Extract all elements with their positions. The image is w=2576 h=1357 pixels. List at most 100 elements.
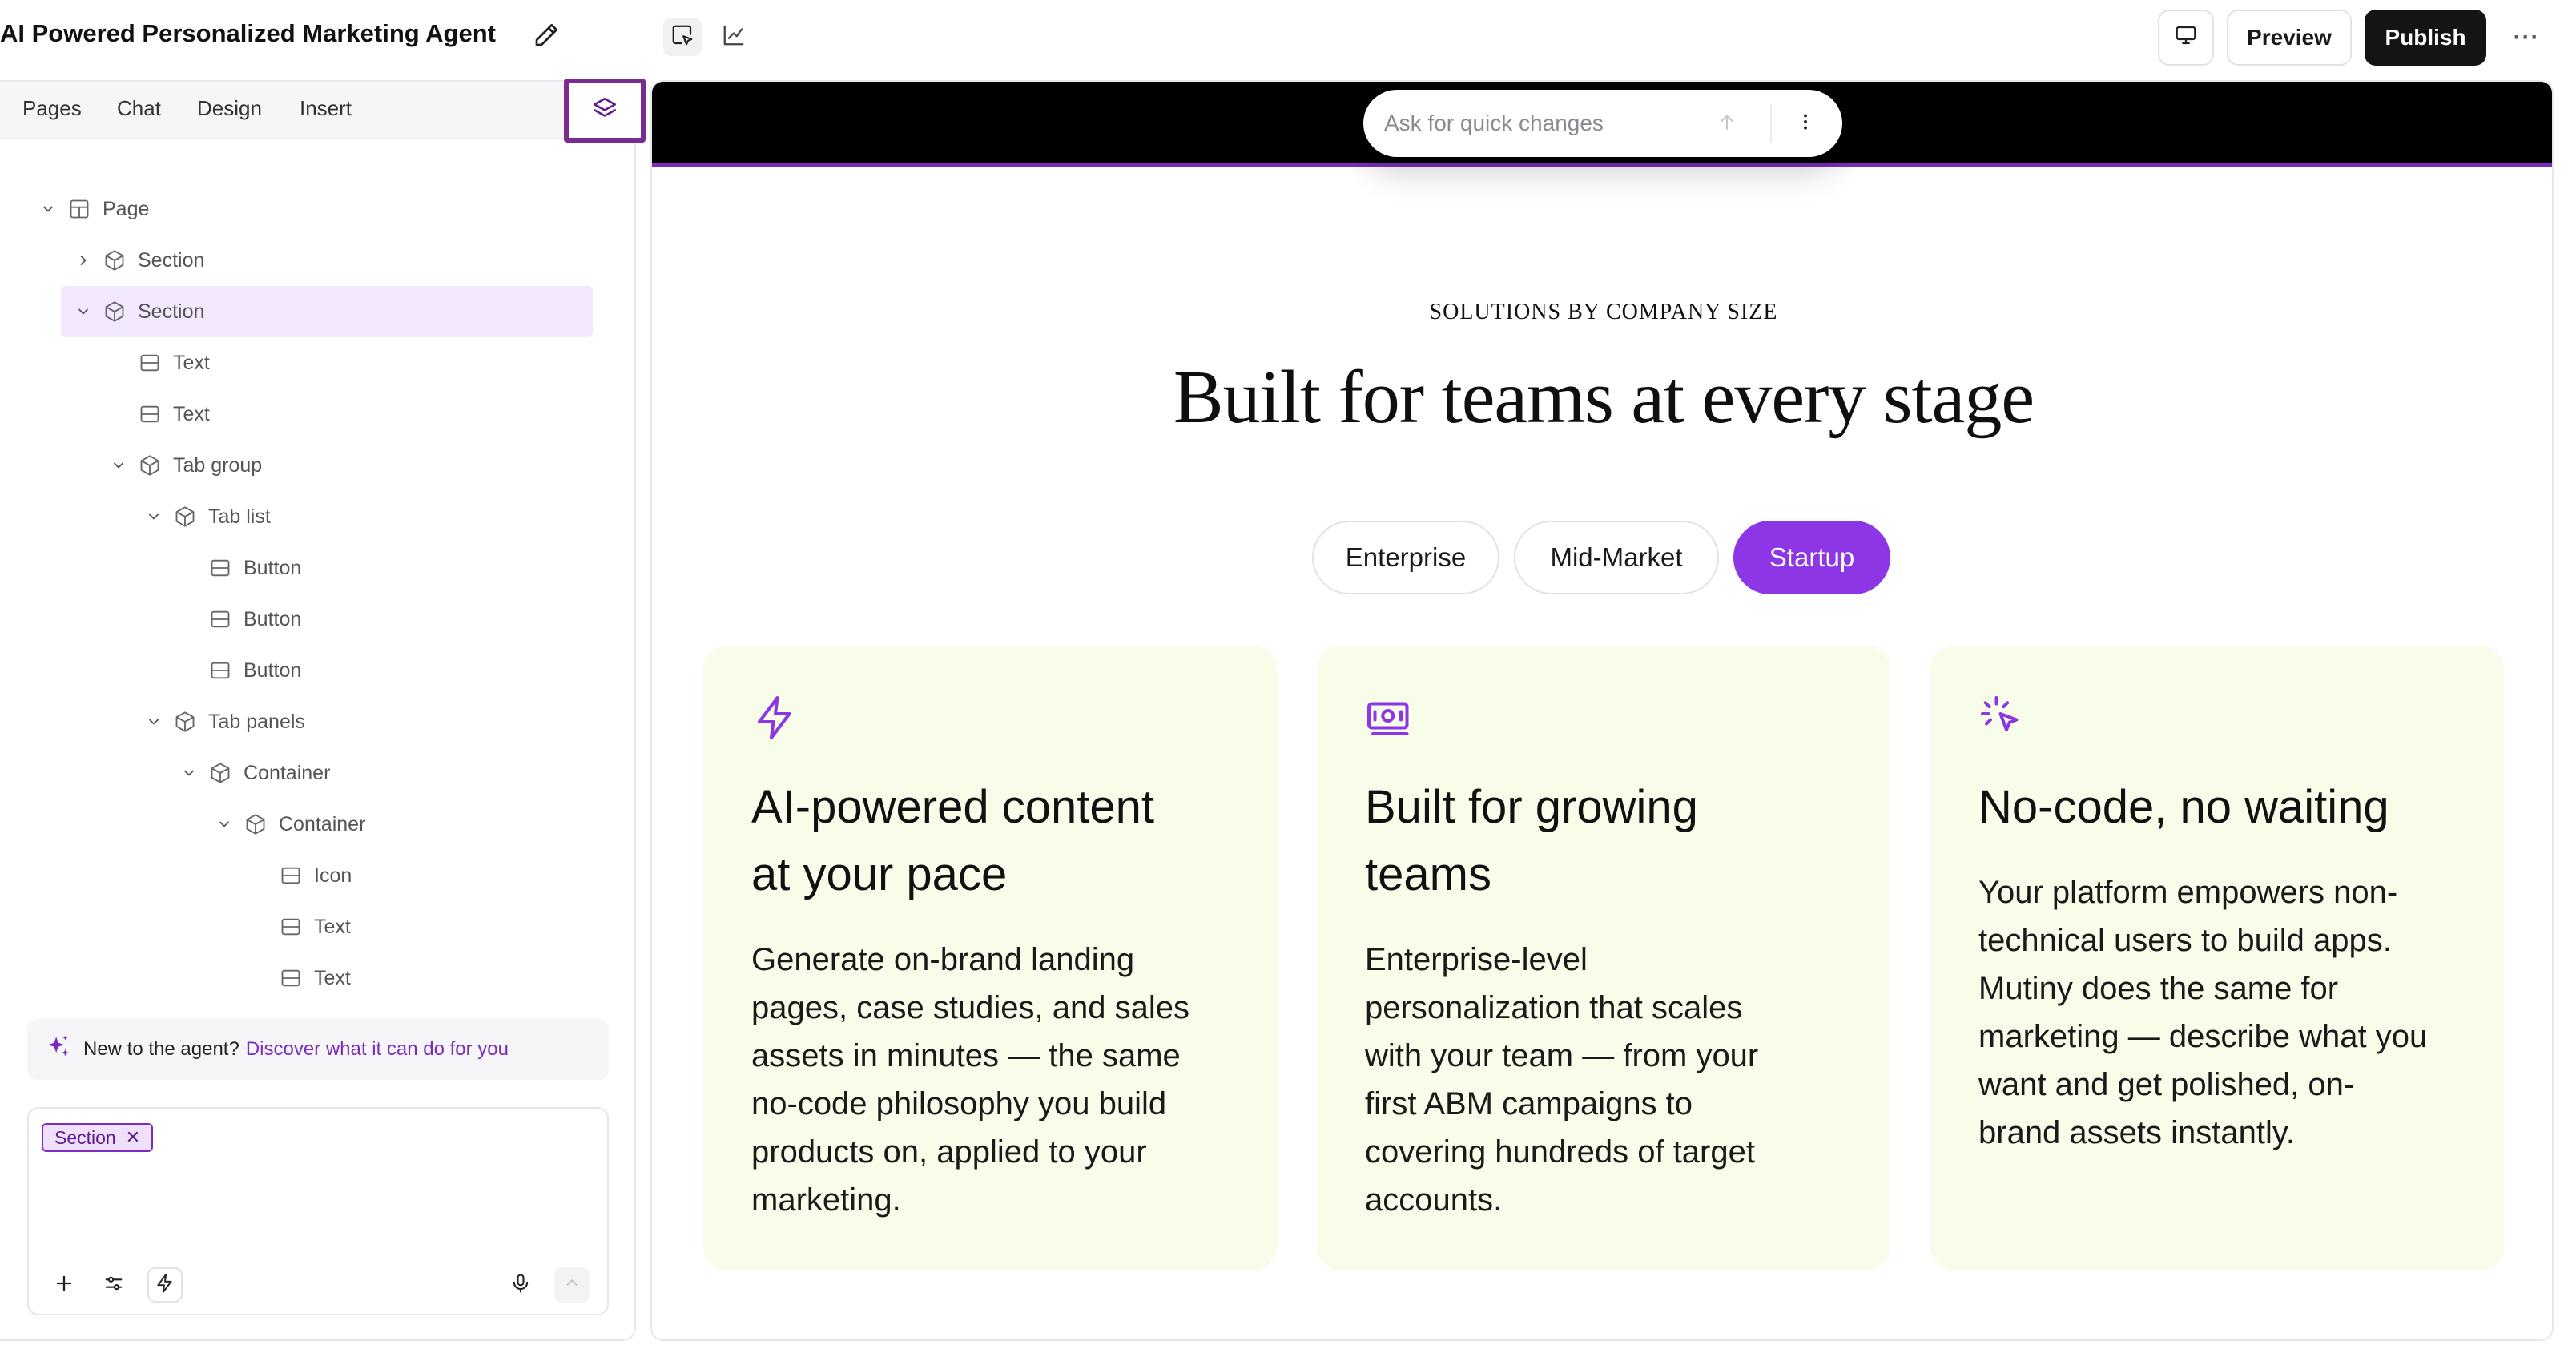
tab-enterprise[interactable]: Enterprise (1312, 521, 1499, 594)
layer-row-label: Text (314, 966, 351, 989)
layer-row-label: Container (244, 761, 331, 784)
section-headline: Built for teams at every stage (1173, 356, 2035, 439)
left-panel: Pages Chat Design Insert Page Section Sect… (0, 79, 646, 1341)
edit-pencil-icon[interactable] (532, 21, 561, 50)
layer-row[interactable]: Button (178, 542, 598, 594)
layer-row[interactable]: Icon (248, 850, 598, 901)
left-panel-tabs: Pages Chat Design Insert (0, 79, 646, 143)
settings-button[interactable] (96, 1267, 131, 1303)
chevron-down-icon[interactable] (37, 198, 59, 220)
chart-line-icon (722, 23, 746, 51)
layer-row[interactable]: Page (37, 183, 598, 235)
layer-row[interactable]: Container (178, 747, 598, 799)
card-title: AI-powered content at your pace (751, 781, 1154, 900)
chevron-down-icon[interactable] (72, 300, 95, 323)
block-icon (208, 556, 232, 580)
chevron-down-icon[interactable] (178, 762, 200, 784)
chevron-down-icon[interactable] (143, 505, 165, 528)
block-icon (279, 915, 303, 939)
layer-row[interactable]: Tab group (107, 440, 598, 491)
plus-icon (53, 1272, 75, 1299)
layer-row[interactable]: Button (178, 645, 598, 696)
tab-pages[interactable]: Pages (22, 96, 82, 121)
context-chip[interactable]: Section ✕ (42, 1123, 154, 1152)
quick-changes-send-button[interactable] (1709, 106, 1745, 141)
arrow-up-icon (563, 1274, 581, 1296)
layer-row[interactable]: Text (107, 337, 598, 389)
lightning-icon (751, 694, 799, 742)
voice-input-button[interactable] (503, 1267, 538, 1303)
tab-startup[interactable]: Startup (1733, 521, 1890, 594)
monitor-icon (2174, 23, 2198, 53)
layer-row[interactable]: Text (248, 952, 598, 1004)
layer-row-label: Tab panels (208, 710, 305, 733)
layer-row-label: Section (138, 248, 205, 272)
quick-changes-menu-button[interactable] (1788, 106, 1823, 141)
add-button[interactable] (46, 1267, 82, 1303)
layer-row[interactable]: Section (61, 286, 593, 337)
close-icon[interactable]: ✕ (126, 1127, 140, 1148)
layer-row[interactable]: Tab panels (143, 696, 598, 747)
layer-row-label: Button (244, 556, 302, 579)
money-icon (1365, 694, 1413, 742)
layers-button[interactable] (564, 79, 646, 143)
chevron-down-icon[interactable] (107, 454, 130, 477)
card-body: Enterprise-level personalization that sc… (1365, 942, 1759, 1218)
tab-insert[interactable]: Insert (300, 96, 352, 121)
tab-mid-market[interactable]: Mid-Market (1514, 521, 1719, 594)
layer-row[interactable]: Container (213, 799, 598, 850)
layer-row-label: Container (279, 812, 366, 836)
layer-row[interactable]: Section (72, 235, 598, 286)
cube-icon (138, 453, 162, 477)
publish-button[interactable]: Publish (2365, 10, 2486, 66)
card-title: No-code, no waiting (1978, 781, 2389, 833)
chevron-down-icon[interactable] (143, 711, 165, 733)
send-button[interactable] (554, 1267, 590, 1303)
agent-tip: New to the agent? Discover what it can d… (27, 1019, 609, 1080)
block-icon (138, 351, 162, 375)
quick-changes-bar (1363, 90, 1842, 157)
cube-icon (103, 248, 127, 272)
layer-row-label: Button (244, 658, 302, 682)
layer-row[interactable]: Button (178, 594, 598, 645)
device-preview-button[interactable] (2158, 10, 2214, 66)
block-icon (208, 658, 232, 683)
cube-icon (244, 812, 268, 836)
analytics-button[interactable] (714, 18, 753, 56)
card-title: Built for growing teams (1365, 781, 1698, 900)
chat-composer[interactable]: Section ✕ (27, 1107, 609, 1315)
preview-button[interactable]: Preview (2227, 10, 2352, 66)
layer-row-label: Text (173, 402, 210, 425)
layers-icon (591, 95, 618, 127)
page-canvas: SOLUTIONS BY COMPANY SIZE Built for team… (650, 80, 2554, 1341)
cursor-select-icon (670, 23, 694, 51)
tab-design[interactable]: Design (197, 96, 262, 121)
more-options-button[interactable]: ··· (2507, 10, 2546, 66)
cube-icon (208, 761, 232, 785)
layer-row-label: Icon (314, 864, 352, 887)
layer-row[interactable]: Text (248, 901, 598, 952)
microphone-icon (509, 1272, 532, 1299)
block-icon (279, 966, 303, 990)
layer-row[interactable]: Tab list (143, 491, 598, 542)
quick-action-button[interactable] (147, 1267, 183, 1303)
discover-link[interactable]: Discover what it can do for you (246, 1038, 509, 1061)
section-eyebrow: SOLUTIONS BY COMPANY SIZE (1429, 300, 1778, 324)
tab-chat[interactable]: Chat (117, 96, 161, 121)
divider (1770, 104, 1772, 143)
sliders-icon (103, 1272, 125, 1299)
layer-row-label: Button (244, 607, 302, 630)
cube-icon (173, 710, 197, 734)
chevron-down-icon[interactable] (213, 813, 235, 836)
quick-changes-input[interactable] (1384, 107, 1705, 139)
chevron-right-icon[interactable] (72, 249, 95, 272)
layer-row[interactable]: Text (107, 389, 598, 440)
card-body: Generate on-brand landing pages, case st… (751, 942, 1190, 1218)
select-tool-button[interactable] (663, 18, 702, 56)
